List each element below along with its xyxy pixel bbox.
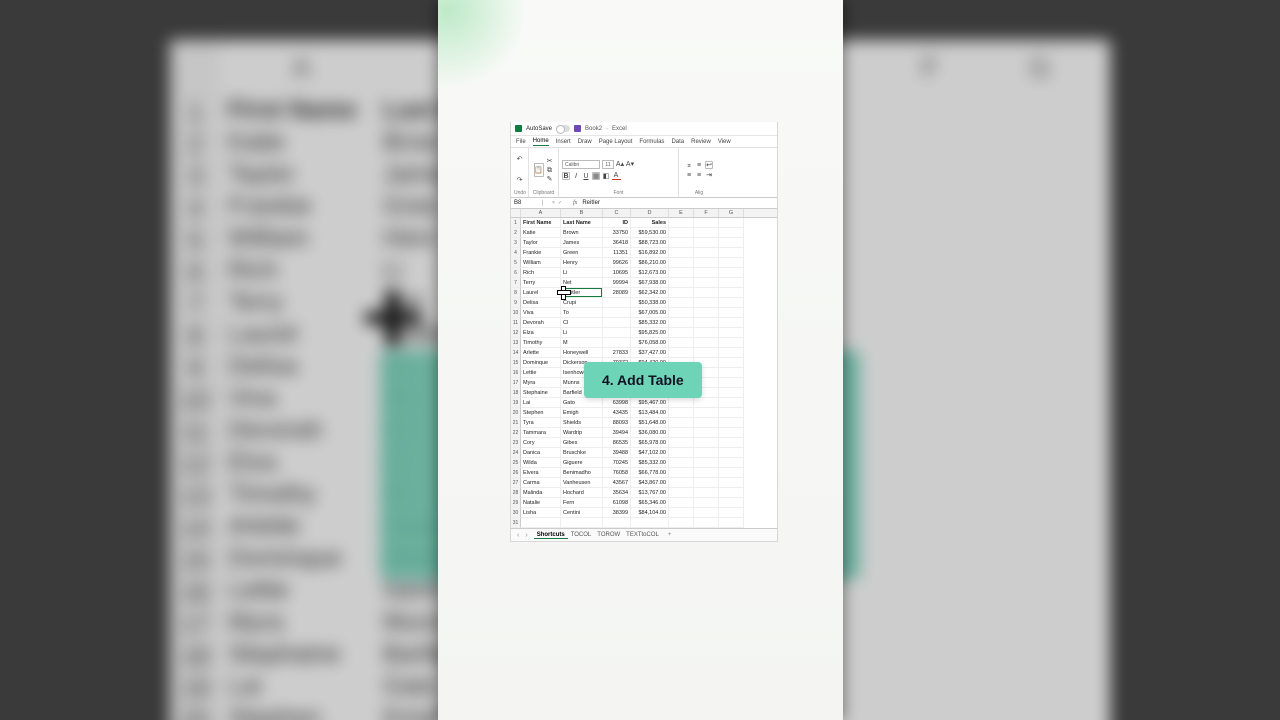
autosave-toggle[interactable]: [556, 125, 570, 132]
table-row[interactable]: 11DevorahCl$85,332.00: [511, 318, 777, 328]
font-size-select[interactable]: 11: [602, 160, 614, 169]
sheet-tab-bar: ‹ › ShortcutsTOCOLTOROWTEXTtoCOL +: [511, 528, 777, 541]
table-row[interactable]: 1First NameLast NameIDSales: [511, 218, 777, 228]
ribbon-tab-draw[interactable]: Draw: [578, 139, 592, 145]
table-row[interactable]: 19LaiGato63998$95,467.00: [511, 398, 777, 408]
cut-icon[interactable]: ✂: [546, 157, 554, 165]
formula-bar: B8 × ✓ fx ReitIer: [511, 198, 777, 209]
ribbon-tab-formulas[interactable]: Formulas: [639, 139, 664, 145]
table-row[interactable]: 27CarmaVanheusen43567$43,867.00: [511, 478, 777, 488]
ribbon-tab-view[interactable]: View: [718, 139, 731, 145]
document-name: Book2: [585, 126, 602, 132]
formula-input[interactable]: ReitIer: [579, 200, 600, 206]
sheet-tab[interactable]: Shortcuts: [534, 532, 568, 539]
undo-icon[interactable]: ↶: [516, 156, 524, 164]
decrease-font-icon[interactable]: A▾: [626, 161, 634, 169]
column-header[interactable]: F: [694, 209, 719, 217]
wrap-text-icon[interactable]: ↩: [705, 161, 713, 169]
foreground-panel: AutoSave Book2 · Excel File Home Insert Dra…: [438, 0, 843, 720]
ribbon-tab-review[interactable]: Review: [691, 139, 711, 145]
table-row[interactable]: 24DanicaBruschke39488$47,102.00: [511, 448, 777, 458]
column-header[interactable]: C: [603, 209, 631, 217]
table-row[interactable]: 25WildaGiguere70245$85,332.00: [511, 458, 777, 468]
tooltip-callout: 4. Add Table: [584, 362, 702, 398]
table-row[interactable]: 23CoryGibes86535$65,978.00: [511, 438, 777, 448]
italic-button[interactable]: I: [572, 172, 580, 180]
table-row[interactable]: 2KatieBrown33750$59,530.00: [511, 228, 777, 238]
table-row[interactable]: 26ElveraBenimadho76058$66,778.00: [511, 468, 777, 478]
sheet-nav-prev-icon[interactable]: ‹: [517, 532, 519, 539]
sheet-nav-next-icon[interactable]: ›: [525, 532, 527, 539]
column-header[interactable]: A: [521, 209, 561, 217]
add-sheet-button[interactable]: +: [668, 532, 672, 538]
table-row[interactable]: 5WilliamHenry99626$86,210.00: [511, 258, 777, 268]
table-row[interactable]: 30LishaCentini38399$84,104.00: [511, 508, 777, 518]
cell-cursor-icon: [365, 290, 421, 346]
font-color-icon[interactable]: A: [612, 172, 620, 180]
format-painter-icon[interactable]: ✎: [546, 175, 554, 183]
fx-icon[interactable]: fx: [571, 200, 579, 206]
save-icon[interactable]: [574, 125, 581, 132]
ribbon-tab-file[interactable]: File: [516, 139, 526, 145]
ribbon-tab-insert[interactable]: Insert: [556, 139, 571, 145]
table-row[interactable]: 14ArletteHoneywell27833$37,427.00: [511, 348, 777, 358]
font-name-select[interactable]: Calibri: [562, 160, 600, 169]
name-box[interactable]: B8: [511, 200, 543, 206]
excel-window: AutoSave Book2 · Excel File Home Insert Dra…: [510, 122, 778, 542]
ribbon-tab-home[interactable]: Home: [533, 138, 549, 146]
increase-font-icon[interactable]: A▴: [616, 161, 624, 169]
column-header[interactable]: E: [669, 209, 694, 217]
borders-icon[interactable]: ▦: [592, 172, 600, 180]
select-all-corner[interactable]: [511, 209, 521, 217]
ribbon-tab-page-layout[interactable]: Page Layout: [599, 139, 633, 145]
table-row[interactable]: 4FrankieGreen11351$16,892.00: [511, 248, 777, 258]
table-row[interactable]: 7TerryNet99994$67,938.00: [511, 278, 777, 288]
table-row[interactable]: 3TaylorJames36418$88,723.00: [511, 238, 777, 248]
table-row[interactable]: 22TammaraWardrip39494$36,080.00: [511, 428, 777, 438]
paste-icon[interactable]: 📋: [534, 163, 544, 177]
merge-icon[interactable]: ⇥: [705, 171, 713, 179]
ribbon: ↶ ↷ Undo 📋 ✂ ⧉ ✎ Clipboard: [511, 148, 777, 198]
enter-icon[interactable]: ✓: [558, 200, 562, 206]
column-header[interactable]: B: [561, 209, 603, 217]
table-row[interactable]: 6RichLi10695$12,673.00: [511, 268, 777, 278]
table-row[interactable]: 29NatalieFern61098$65,346.00: [511, 498, 777, 508]
table-row[interactable]: 8LaurelReitIer28089$62,342.00: [511, 288, 777, 298]
table-row[interactable]: 21TyraShields88093$51,648.00: [511, 418, 777, 428]
autosave-label: AutoSave: [526, 126, 552, 132]
align-middle-icon[interactable]: ≡: [695, 161, 703, 169]
align-center-icon[interactable]: ≡: [695, 171, 703, 179]
ribbon-tab-data[interactable]: Data: [671, 139, 684, 145]
fill-color-icon[interactable]: ◧: [602, 172, 610, 180]
redo-icon[interactable]: ↷: [516, 177, 524, 185]
column-header[interactable]: G: [719, 209, 744, 217]
ribbon-tabs: File Home Insert Draw Page Layout Formulas Dat…: [511, 136, 777, 148]
table-row[interactable]: 31: [511, 518, 777, 528]
table-row[interactable]: 12ElzaLi$95,825.00: [511, 328, 777, 338]
table-row[interactable]: 28MalindaHochard35634$13,767.00: [511, 488, 777, 498]
sheet-tab[interactable]: TOCOL: [568, 532, 595, 538]
cell-cursor-icon: [557, 286, 569, 298]
bold-button[interactable]: B: [562, 172, 570, 180]
sheet-tab[interactable]: TOROW: [594, 532, 623, 538]
column-header[interactable]: D: [631, 209, 669, 217]
table-row[interactable]: 13TimothyM$76,058.00: [511, 338, 777, 348]
align-top-icon[interactable]: ⌅: [685, 161, 693, 169]
table-row[interactable]: 20StephenEmigh43435$13,484.00: [511, 408, 777, 418]
table-row[interactable]: 9DelisaCrupi$50,338.00: [511, 298, 777, 308]
app-name: Excel: [612, 126, 627, 132]
title-bar: AutoSave Book2 · Excel: [511, 122, 777, 136]
table-row[interactable]: 10VivaTo$67,005.00: [511, 308, 777, 318]
align-left-icon[interactable]: ≡: [685, 171, 693, 179]
cancel-icon[interactable]: ×: [552, 200, 555, 206]
excel-app-icon: [515, 125, 522, 132]
underline-button[interactable]: U: [582, 172, 590, 180]
copy-icon[interactable]: ⧉: [546, 166, 554, 174]
sheet-tab[interactable]: TEXTtoCOL: [623, 532, 662, 538]
